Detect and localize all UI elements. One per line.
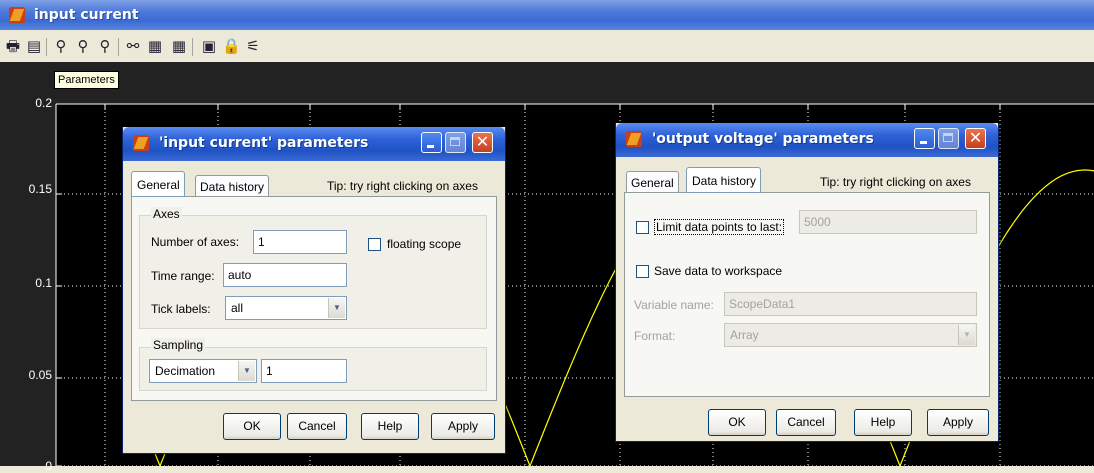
dialog-title-bar[interactable]: 'output voltage' parameters ✕ [616, 123, 998, 157]
tip-text: Tip: try right clicking on axes [327, 179, 478, 193]
tick-labels-value: all [231, 301, 244, 315]
cancel-button[interactable]: Cancel [776, 409, 836, 436]
autoscale-icon[interactable]: ⚯ [124, 37, 142, 55]
zoom-x-icon[interactable]: ⚲ [74, 37, 92, 55]
format-label: Format: [634, 329, 676, 343]
sampling-mode-value: Decimation [155, 364, 216, 378]
cancel-button[interactable]: Cancel [287, 413, 347, 440]
input-current-parameters-dialog: 'input current' parameters ✕ General Dat… [122, 127, 506, 454]
variable-name-input[interactable]: ScopeData1 [724, 292, 977, 316]
save-to-workspace-checkbox[interactable] [636, 265, 649, 278]
format-select[interactable]: Array ▼ [724, 323, 977, 347]
format-value: Array [730, 328, 759, 342]
parameters-icon[interactable]: ▤ [25, 37, 43, 55]
dialog-title: 'output voltage' parameters [652, 131, 874, 147]
ok-button[interactable]: OK [223, 413, 281, 440]
minimize-button[interactable] [914, 128, 935, 149]
zoom-icon[interactable]: ⚲ [52, 37, 70, 55]
sampling-group-label: Sampling [151, 338, 206, 352]
tab-general[interactable]: General [626, 171, 679, 193]
lock-axes-icon[interactable]: 🔒 [222, 37, 241, 55]
matlab-logo-icon [133, 135, 149, 151]
toolbar-separator [46, 38, 47, 56]
close-button[interactable]: ✕ [965, 128, 986, 149]
help-button[interactable]: Help [361, 413, 419, 440]
restore-axes-icon[interactable]: ▦ [170, 37, 188, 55]
tab-general[interactable]: General [131, 171, 185, 197]
matlab-logo-icon [9, 7, 25, 23]
dialog-title-bar[interactable]: 'input current' parameters ✕ [123, 127, 505, 161]
floating-scope-checkbox[interactable] [368, 238, 381, 251]
save-axes-icon[interactable]: ▦ [146, 37, 164, 55]
tab-data-history[interactable]: Data history [686, 167, 762, 193]
limit-data-points-label: Limit data points to last: [654, 219, 785, 235]
close-button[interactable]: ✕ [472, 132, 493, 153]
axes-group-label: Axes [151, 207, 182, 221]
help-button[interactable]: Help [854, 409, 912, 436]
apply-button[interactable]: Apply [927, 409, 989, 436]
main-window-title-bar[interactable]: input current [0, 0, 1094, 30]
y-tick-label: 0 [45, 459, 52, 473]
tip-text: Tip: try right clicking on axes [820, 175, 971, 189]
sampling-value-input[interactable]: 1 [261, 359, 347, 383]
chevron-down-icon[interactable]: ▼ [328, 298, 345, 318]
y-tick-label: 0.1 [35, 276, 52, 290]
tick-labels-label: Tick labels: [151, 302, 211, 316]
signal-selection-icon[interactable]: ⚟ [244, 37, 262, 55]
zoom-y-icon[interactable]: ⚲ [96, 37, 114, 55]
chevron-down-icon[interactable]: ▼ [958, 325, 975, 345]
output-voltage-parameters-dialog: 'output voltage' parameters ✕ General Da… [615, 123, 999, 442]
matlab-logo-icon [626, 131, 642, 147]
time-range-input[interactable]: auto [223, 263, 347, 287]
tick-labels-select[interactable]: all ▼ [225, 296, 347, 320]
y-tick-label: 0.15 [28, 182, 52, 196]
print-icon[interactable]: 🖶 [4, 37, 22, 55]
tab-data-history[interactable]: Data history [195, 175, 270, 197]
window-title: input current [34, 7, 139, 23]
variable-name-label: Variable name: [634, 298, 714, 312]
sampling-mode-select[interactable]: Decimation ▼ [149, 359, 257, 383]
floating-scope-icon[interactable]: ▣ [200, 37, 218, 55]
number-of-axes-label: Number of axes: [151, 235, 240, 249]
limit-data-points-checkbox[interactable] [636, 221, 649, 234]
dialog-title: 'input current' parameters [159, 135, 369, 151]
maximize-button[interactable] [445, 132, 466, 153]
number-of-axes-input[interactable]: 1 [253, 230, 347, 254]
floating-scope-label: floating scope [387, 237, 462, 251]
ok-button[interactable]: OK [708, 409, 766, 436]
y-tick-label: 0.05 [28, 368, 52, 382]
save-to-workspace-label: Save data to workspace [654, 264, 783, 278]
limit-data-points-input[interactable]: 5000 [799, 210, 977, 234]
y-tick-label: 0.2 [35, 96, 52, 110]
toolbar-separator [118, 38, 119, 56]
chevron-down-icon[interactable]: ▼ [238, 361, 255, 381]
maximize-button[interactable] [938, 128, 959, 149]
apply-button[interactable]: Apply [431, 413, 495, 440]
tooltip: Parameters [54, 71, 119, 89]
toolbar-separator [192, 38, 193, 56]
minimize-button[interactable] [421, 132, 442, 153]
toolbar: 🖶 ▤ ⚲ ⚲ ⚲ ⚯ ▦ ▦ ▣ 🔒 ⚟ [0, 30, 1094, 63]
time-range-label: Time range: [151, 269, 215, 283]
